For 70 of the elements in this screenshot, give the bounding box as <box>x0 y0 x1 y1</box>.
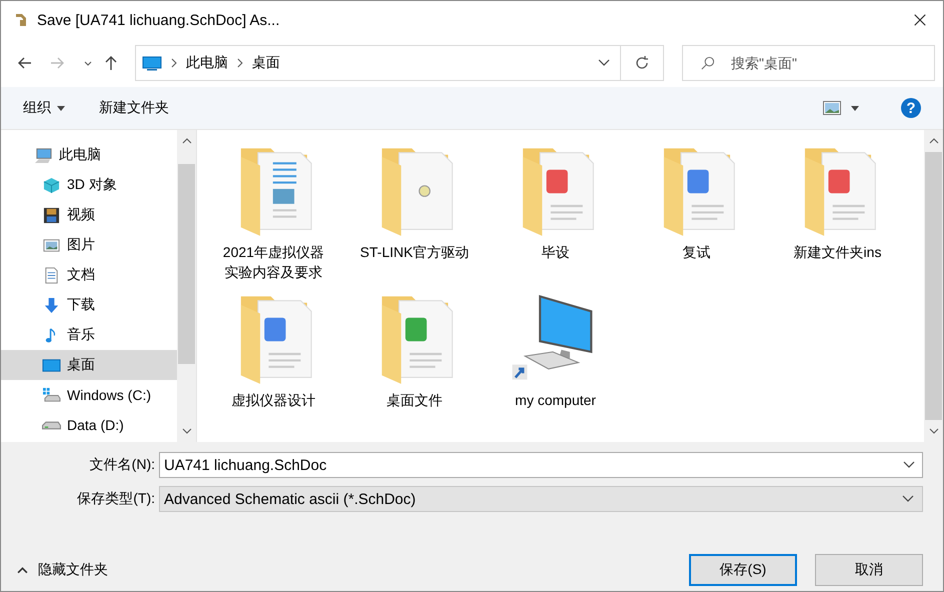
file-name-field[interactable]: UA741 lichuang.SchDoc <box>159 452 923 478</box>
help-button[interactable]: ? <box>901 98 921 118</box>
address-bar[interactable]: 此电脑 桌面 <box>135 45 621 81</box>
new-folder-button[interactable]: 新建文件夹 <box>91 95 177 121</box>
app-icon <box>13 12 29 28</box>
file-item[interactable]: ST-LINK官方驱动 <box>344 142 485 290</box>
desktop-icon <box>42 356 61 374</box>
search-field[interactable]: 搜索"桌面" <box>682 45 935 81</box>
tree-item[interactable]: 图片 <box>1 230 177 260</box>
cube-icon <box>42 176 61 194</box>
file-type-dropdown[interactable]: Advanced Schematic ascii (*.SchDoc) <box>159 486 923 512</box>
scrollbar[interactable] <box>924 130 943 442</box>
monitor-icon <box>142 55 162 71</box>
field-label: 文件名(N): <box>88 456 156 474</box>
dropdown-caret-icon[interactable] <box>902 495 914 503</box>
file-name: 新建文件夹ins <box>792 243 882 262</box>
dropdown-caret-icon[interactable] <box>851 106 859 110</box>
tree-item[interactable]: 音乐 <box>1 320 177 350</box>
file-item[interactable]: 新建文件夹ins <box>767 142 908 290</box>
breadcrumb-item[interactable]: 此电脑 <box>186 54 228 72</box>
file-name: ST-LINK官方驱动 <box>360 243 470 262</box>
breadcrumb-item[interactable]: 桌面 <box>252 54 280 72</box>
cancel-button[interactable]: 取消 <box>815 554 923 586</box>
dropdown-caret-icon[interactable] <box>903 461 915 469</box>
file-name: 2021年虚拟仪器实验内容及要求 <box>222 243 326 282</box>
chevron-right-icon <box>170 58 178 68</box>
chevron-up-icon <box>17 566 28 574</box>
picture-icon <box>42 236 61 254</box>
scroll-up-icon[interactable] <box>928 138 938 144</box>
dropdown-caret-icon <box>57 106 65 110</box>
scroll-down-icon[interactable] <box>182 428 192 434</box>
up-arrow-icon[interactable] <box>103 55 119 71</box>
file-item[interactable]: 毕设 <box>485 142 626 290</box>
file-name: 桌面文件 <box>386 391 444 410</box>
computer-icon <box>34 146 53 164</box>
scrollbar[interactable] <box>177 130 196 442</box>
drive-icon <box>42 386 61 404</box>
file-item[interactable]: 2021年虚拟仪器实验内容及要求 <box>203 142 344 290</box>
hide-folders-button[interactable]: 隐藏文件夹 <box>15 559 110 581</box>
view-picture-icon[interactable] <box>823 101 841 115</box>
file-item[interactable]: my computer <box>485 290 626 438</box>
tree-item[interactable]: Data (D:) <box>1 410 177 440</box>
file-name: my computer <box>514 391 597 410</box>
scroll-down-icon[interactable] <box>928 428 938 434</box>
save-button[interactable]: 保存(S) <box>689 554 797 586</box>
tree-item[interactable]: Windows (C:) <box>1 380 177 410</box>
file-name: 毕设 <box>540 243 570 262</box>
file-name: 虚拟仪器设计 <box>230 391 316 410</box>
tree-item[interactable]: 此电脑 <box>1 140 177 170</box>
dropdown-caret-icon[interactable] <box>598 59 610 67</box>
tree-item[interactable]: 3D 对象 <box>1 170 177 200</box>
tree-item[interactable]: 文档 <box>1 260 177 290</box>
back-arrow-icon[interactable] <box>17 55 33 71</box>
close-icon[interactable] <box>913 13 927 27</box>
film-icon <box>42 206 61 224</box>
file-name: 复试 <box>682 243 712 262</box>
organize-menu[interactable]: 组织 <box>15 95 73 121</box>
scroll-up-icon[interactable] <box>182 138 192 144</box>
file-item[interactable]: 桌面文件 <box>344 290 485 438</box>
field-label: 保存类型(T): <box>76 490 156 508</box>
file-item[interactable]: 虚拟仪器设计 <box>203 290 344 438</box>
tree-item[interactable]: 视频 <box>1 200 177 230</box>
refresh-button[interactable] <box>620 45 664 81</box>
file-item[interactable]: 复试 <box>626 142 767 290</box>
tree-item[interactable]: 桌面 <box>1 350 177 380</box>
tree-item[interactable]: 下载 <box>1 290 177 320</box>
chevron-right-icon <box>236 58 244 68</box>
window-title: Save [UA741 lichuang.SchDoc] As... <box>37 12 281 28</box>
down-arrow-icon <box>42 296 61 314</box>
refresh-icon <box>634 55 650 71</box>
